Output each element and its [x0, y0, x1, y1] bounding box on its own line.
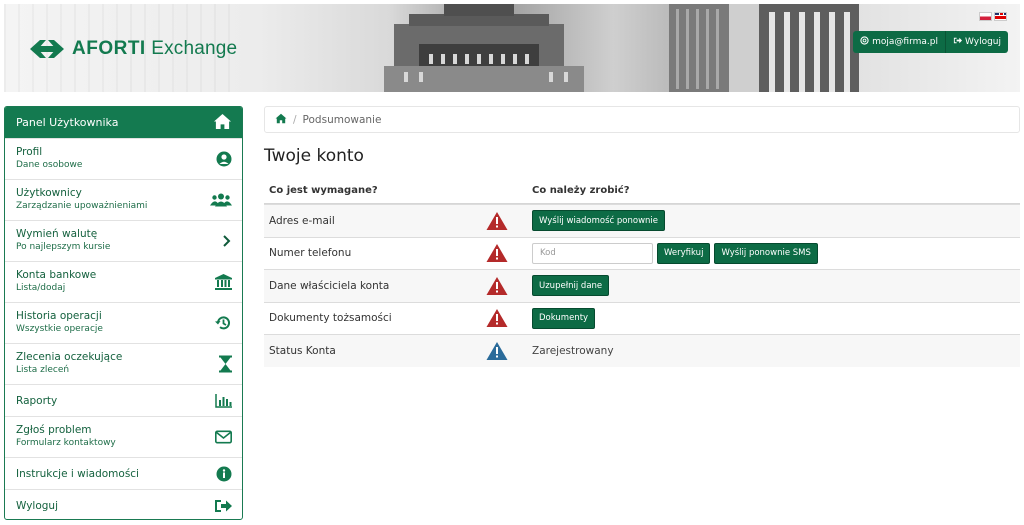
- table-header: Co jest wymagane? Co należy zrobić?: [264, 178, 1020, 204]
- sidebar-item-title: Historia operacji: [16, 310, 102, 322]
- row-label: Dane właściciela konta: [269, 279, 390, 292]
- table-row: Status Konta Zarejestrowany: [264, 334, 1020, 367]
- sidebar-item-title: Wyloguj: [16, 500, 58, 512]
- polish-flag-icon[interactable]: [979, 12, 992, 21]
- sidebar-item-title: Wymień walutę: [16, 228, 98, 240]
- sidebar-header[interactable]: Panel Użytkownika: [5, 107, 242, 138]
- users-icon: [210, 193, 232, 208]
- sidebar-item-title: Użytkownicy: [16, 187, 82, 199]
- resend-email-button[interactable]: Wyślij wiadomość ponownie: [532, 210, 666, 232]
- sidebar-item-subtitle: Zarządzanie upoważnieniami: [16, 201, 148, 211]
- logo-text: AFORTI Exchange: [72, 38, 238, 59]
- sidebar-item-title: Instrukcje i wiadomości: [16, 468, 139, 480]
- at-icon: [860, 36, 869, 48]
- skyline-image: [384, 4, 859, 92]
- sidebar-item-exchange[interactable]: Wymień walutę Po najlepszym kursie: [5, 220, 242, 261]
- bar-chart-icon: [215, 393, 232, 408]
- sidebar-item-title: Zlecenia oczekujące: [16, 351, 123, 363]
- bank-icon: [215, 274, 232, 290]
- table-row: Numer telefonu Kod Weryfikuj Wyślij pono…: [264, 236, 1020, 270]
- envelope-icon: [215, 430, 232, 444]
- row-label: Status Konta: [269, 344, 336, 357]
- sidebar-item-logout[interactable]: Wyloguj: [5, 489, 242, 519]
- resend-sms-button[interactable]: Wyślij ponownie SMS: [714, 242, 818, 264]
- warning-icon: [486, 309, 508, 328]
- row-label: Adres e-mail: [269, 214, 335, 227]
- user-email: moja@firma.pl: [872, 37, 938, 47]
- logout-button[interactable]: Wyloguj: [945, 31, 1008, 53]
- english-flag-icon[interactable]: [994, 12, 1007, 21]
- user-email-button[interactable]: moja@firma.pl: [853, 31, 945, 53]
- requirements-table: Co jest wymagane? Co należy zrobić? Adre…: [264, 178, 1020, 367]
- warning-icon: [486, 244, 508, 263]
- row-label: Dokumenty tożsamości: [269, 312, 392, 325]
- breadcrumb-separator: /: [293, 113, 297, 126]
- info-warning-icon: [486, 341, 508, 360]
- sidebar-item-title: Raporty: [16, 395, 58, 407]
- sidebar: Panel Użytkownika Profil Dane osobowe Uż…: [4, 106, 243, 520]
- sidebar-item-subtitle: Formularz kontaktowy: [16, 438, 116, 448]
- header-banner: AFORTI Exchange moja@firma.pl Wyloguj: [4, 4, 1020, 92]
- verify-button[interactable]: Weryfikuj: [657, 242, 711, 264]
- warning-icon: [486, 276, 508, 295]
- user-circle-icon: [216, 151, 232, 167]
- sidebar-title: Panel Użytkownika: [16, 116, 119, 129]
- language-switcher: [979, 12, 1007, 21]
- sidebar-item-subtitle: Lista zleceń: [16, 365, 70, 375]
- sidebar-item-bank-accounts[interactable]: Konta bankowe Lista/dodaj: [5, 261, 242, 302]
- sidebar-item-users[interactable]: Użytkownicy Zarządzanie upoważnieniami: [5, 179, 242, 220]
- column-header-required: Co jest wymagane?: [269, 185, 378, 196]
- sms-code-input[interactable]: Kod: [532, 242, 653, 264]
- sidebar-item-report-problem[interactable]: Zgłoś problem Formularz kontaktowy: [5, 416, 242, 457]
- home-icon: [213, 113, 232, 133]
- sidebar-item-pending-orders[interactable]: Zlecenia oczekujące Lista zleceń: [5, 343, 242, 384]
- column-header-todo: Co należy zrobić?: [532, 185, 630, 196]
- sidebar-item-history[interactable]: Historia operacji Wszystkie operacje: [5, 302, 242, 343]
- complete-data-button[interactable]: Uzupełnij dane: [532, 275, 610, 297]
- sidebar-item-profile[interactable]: Profil Dane osobowe: [5, 138, 242, 179]
- sidebar-item-instructions[interactable]: Instrukcje i wiadomości: [5, 457, 242, 489]
- table-row: Dane właściciela konta Uzupełnij dane: [264, 269, 1020, 302]
- sidebar-item-title: Konta bankowe: [16, 269, 97, 281]
- logo-mark-icon: [30, 36, 64, 62]
- sidebar-item-subtitle: Dane osobowe: [16, 160, 83, 170]
- sign-out-icon: [953, 36, 962, 48]
- breadcrumb: / Podsumowanie: [264, 106, 1020, 133]
- logo[interactable]: AFORTI Exchange: [30, 36, 237, 62]
- sign-out-icon: [215, 499, 232, 513]
- table-row: Adres e-mail Wyślij wiadomość ponownie: [264, 204, 1020, 237]
- warning-icon: [486, 211, 508, 230]
- sidebar-item-subtitle: Po najlepszym kursie: [16, 242, 111, 252]
- logout-label: Wyloguj: [965, 37, 1001, 47]
- documents-button[interactable]: Dokumenty: [532, 307, 596, 329]
- breadcrumb-current: Podsumowanie: [302, 113, 382, 126]
- sidebar-item-subtitle: Lista/dodaj: [16, 283, 66, 293]
- sidebar-item-title: Profil: [16, 146, 43, 158]
- home-icon[interactable]: [275, 113, 287, 127]
- account-status: Zarejestrowany: [532, 344, 614, 357]
- sidebar-item-subtitle: Wszystkie operacje: [16, 324, 103, 334]
- row-label: Numer telefonu: [269, 247, 352, 260]
- history-icon: [215, 315, 232, 332]
- chevron-right-icon: [222, 235, 232, 247]
- sidebar-item-reports[interactable]: Raporty: [5, 384, 242, 416]
- sidebar-item-title: Zgłoś problem: [16, 424, 92, 436]
- user-box: moja@firma.pl Wyloguj: [853, 31, 1008, 53]
- table-row: Dokumenty tożsamości Dokumenty: [264, 301, 1020, 335]
- info-icon: [216, 466, 232, 482]
- hourglass-icon: [219, 355, 232, 373]
- page-title: Twoje konto: [264, 146, 364, 166]
